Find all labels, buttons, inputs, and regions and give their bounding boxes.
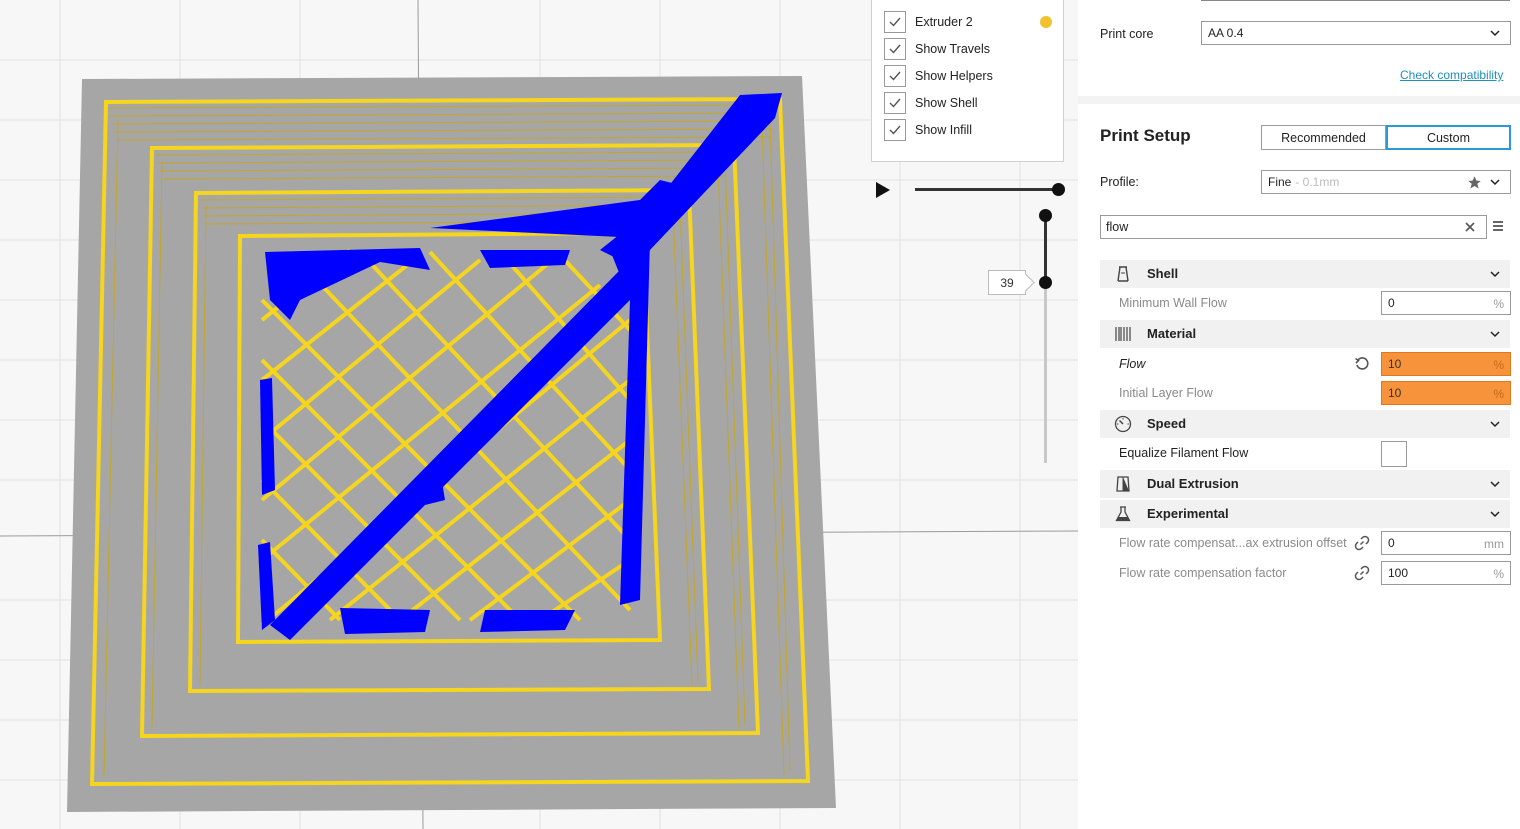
checkbox-row-show-travels[interactable]: Show Travels [884, 37, 990, 61]
show-travels-label: Show Travels [915, 42, 991, 56]
chevron-down-icon [1490, 481, 1500, 488]
settings-sidebar: Print core AA 0.4 Check compatibility Pr… [1078, 0, 1520, 829]
close-icon[interactable] [1464, 221, 1476, 233]
settings-search-input[interactable]: flow [1100, 215, 1487, 239]
layer-slider-track-active[interactable] [1044, 215, 1047, 283]
checkbox-row-show-helpers[interactable]: Show Helpers [884, 64, 993, 88]
equalize-filament-flow-checkbox[interactable] [1381, 441, 1407, 467]
print-core-label: Print core [1100, 27, 1154, 41]
current-layer-field[interactable]: 39 [988, 270, 1026, 295]
show-shell-checkbox[interactable] [884, 92, 906, 114]
profile-value: Fine [1268, 175, 1292, 189]
print-core-select[interactable]: AA 0.4 [1201, 21, 1511, 45]
layer-slider-track[interactable] [1044, 283, 1047, 463]
check-icon [889, 71, 901, 81]
search-value: flow [1106, 220, 1129, 234]
layer-view-panel: Extruder 2 Show Travels Show Helpers Sho… [871, 0, 1064, 162]
category-material[interactable]: Material [1100, 320, 1510, 348]
reset-icon[interactable] [1354, 356, 1370, 372]
show-shell-label: Show Shell [915, 96, 978, 110]
3d-viewport[interactable]: Extruder 2 Show Travels Show Helpers Sho… [0, 0, 1078, 829]
percent-unit: % [1493, 387, 1504, 401]
flow-rate-comp-factor-value: 100 [1388, 566, 1409, 580]
link-icon[interactable] [1354, 565, 1370, 581]
show-infill-label: Show Infill [915, 123, 972, 137]
check-icon [889, 125, 901, 135]
speed-category-label: Speed [1147, 416, 1187, 431]
mm-unit: mm [1484, 537, 1504, 551]
flow-rate-comp-factor-label: Flow rate compensation factor [1119, 566, 1287, 580]
chevron-down-icon [1490, 271, 1500, 278]
layer-slider-current-handle[interactable] [1039, 276, 1052, 289]
flow-rate-comp-offset-label: Flow rate compensat...ax extrusion offse… [1119, 536, 1347, 550]
initial-layer-flow-label: Initial Layer Flow [1119, 386, 1213, 400]
material-category-label: Material [1147, 326, 1197, 341]
material-select-bottom-edge [1201, 0, 1510, 1]
show-helpers-label: Show Helpers [915, 69, 993, 83]
flow-rate-comp-offset-input[interactable]: 0 mm [1381, 531, 1511, 555]
checkbox-row-show-infill[interactable]: Show Infill [884, 118, 972, 142]
percent-unit: % [1493, 358, 1504, 372]
initial-layer-flow-value: 10 [1388, 386, 1402, 400]
flow-value: 10 [1388, 357, 1402, 371]
percent-unit: % [1493, 297, 1504, 311]
experimental-icon [1115, 506, 1131, 522]
experimental-category-label: Experimental [1147, 506, 1229, 521]
path-slider-track[interactable] [915, 188, 1059, 191]
category-speed[interactable]: Speed [1100, 410, 1510, 438]
extruder-2-label: Extruder 2 [915, 15, 973, 29]
printer-setup-section: Print core AA 0.4 Check compatibility [1078, 0, 1520, 96]
profile-label: Profile: [1100, 175, 1139, 189]
initial-layer-flow-input[interactable]: 10 % [1381, 381, 1511, 405]
shell-category-label: Shell [1147, 266, 1179, 281]
chevron-down-icon [1490, 30, 1500, 37]
checkbox-row-show-shell[interactable]: Show Shell [884, 91, 978, 115]
dual-extrusion-category-label: Dual Extrusion [1147, 476, 1239, 491]
play-icon[interactable] [874, 180, 892, 200]
check-icon [889, 44, 901, 54]
link-icon[interactable] [1354, 535, 1370, 551]
show-travels-checkbox[interactable] [884, 38, 906, 60]
print-setup-title: Print Setup [1100, 126, 1191, 145]
category-shell[interactable]: Shell [1100, 260, 1510, 288]
checkbox-row-extruder-2[interactable]: Extruder 2 [884, 10, 973, 34]
material-icon [1115, 327, 1131, 341]
flow-rate-comp-factor-input[interactable]: 100 % [1381, 561, 1511, 585]
shell-icon [1117, 266, 1129, 282]
star-icon[interactable] [1467, 175, 1482, 190]
category-experimental[interactable]: Experimental [1100, 500, 1510, 528]
check-compatibility-link[interactable]: Check compatibility [1400, 68, 1503, 82]
profile-select[interactable]: Fine - 0.1mm [1261, 170, 1511, 194]
dual-extrusion-icon [1116, 476, 1130, 492]
minimum-wall-flow-label: Minimum Wall Flow [1119, 296, 1227, 310]
show-helpers-checkbox[interactable] [884, 65, 906, 87]
check-icon [889, 98, 901, 108]
tab-recommended[interactable]: Recommended [1261, 125, 1386, 150]
section-divider [1078, 96, 1520, 104]
speed-icon [1114, 415, 1132, 433]
extruder-2-color-dot [1040, 16, 1052, 28]
flow-input[interactable]: 10 % [1381, 352, 1511, 376]
extruder-2-checkbox[interactable] [884, 11, 906, 33]
category-dual-extrusion[interactable]: Dual Extrusion [1100, 470, 1510, 498]
show-infill-checkbox[interactable] [884, 119, 906, 141]
minimum-wall-flow-value: 0 [1388, 296, 1395, 310]
flow-label: Flow [1119, 357, 1146, 371]
chevron-down-icon [1490, 331, 1500, 338]
minimum-wall-flow-input[interactable]: 0 % [1381, 291, 1511, 315]
check-icon [889, 17, 901, 27]
profile-layer-height: - 0.1mm [1295, 175, 1340, 189]
chevron-down-icon [1490, 179, 1500, 186]
menu-icon[interactable] [1492, 220, 1504, 232]
flow-rate-comp-offset-value: 0 [1388, 536, 1395, 550]
print-core-value: AA 0.4 [1208, 26, 1244, 40]
chevron-down-icon [1490, 511, 1500, 518]
percent-unit: % [1493, 567, 1504, 581]
tab-custom[interactable]: Custom [1386, 125, 1511, 150]
layer-slider-top-handle[interactable] [1039, 209, 1052, 222]
equalize-filament-flow-label: Equalize Filament Flow [1119, 446, 1249, 460]
path-slider-handle[interactable] [1052, 183, 1065, 196]
chevron-down-icon [1490, 421, 1500, 428]
